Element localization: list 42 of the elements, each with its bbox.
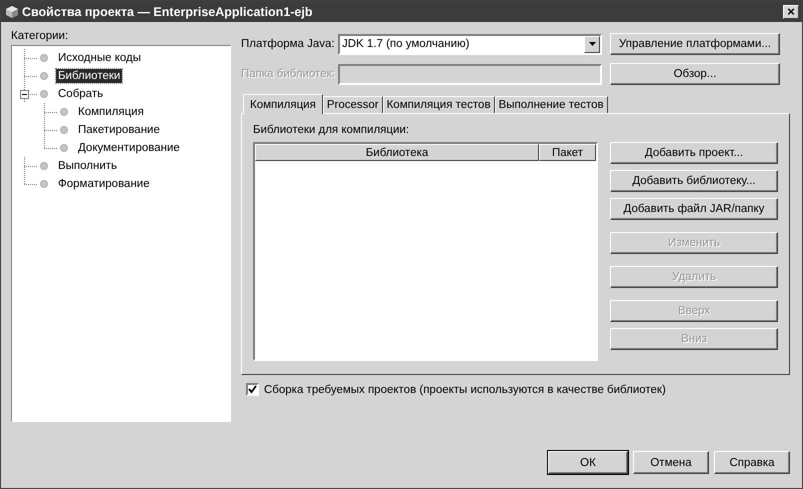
node-icon <box>60 126 68 134</box>
node-icon <box>60 108 68 116</box>
tab[interactable]: Компиляция <box>243 94 323 114</box>
tree-item[interactable]: Пакетирование <box>76 123 162 137</box>
caret-icon <box>588 42 596 46</box>
action-button[interactable]: Добавить проект... <box>610 142 778 164</box>
library-folder-field[interactable] <box>338 64 602 84</box>
node-icon <box>40 180 48 188</box>
tab[interactable]: Processor <box>322 96 383 113</box>
platform-dropdown[interactable]: JDK 1.7 (по умолчанию) <box>338 34 602 54</box>
tab[interactable]: Выполнение тестов <box>494 96 608 113</box>
tree-item[interactable]: Исходные коды <box>56 51 143 65</box>
manage-platforms-button[interactable]: Управление платформами... <box>610 33 780 55</box>
node-icon <box>40 162 48 170</box>
node-icon <box>40 90 48 98</box>
dialog-button[interactable]: Справка <box>714 451 790 474</box>
action-button[interactable]: Добавить библиотеку... <box>610 170 778 192</box>
tree-item[interactable]: Компиляция <box>76 105 146 119</box>
section-label: Библиотеки для компиляции: <box>253 124 410 136</box>
field-label: Платформа Java: <box>241 38 336 50</box>
tree-item[interactable]: Выполнить <box>56 159 120 173</box>
tab[interactable]: Компиляция тестов <box>382 96 495 113</box>
node-icon <box>60 144 68 152</box>
tree-item[interactable]: Библиотеки <box>56 69 122 83</box>
node-icon <box>40 72 48 80</box>
checkbox-label: Сборка требуемых проектов (проекты используются в качестве библиотек) <box>264 384 666 396</box>
tree-item[interactable]: Документирование <box>76 141 182 155</box>
categories-label: Категории: <box>11 30 70 42</box>
window-title: Свойства проекта — EnterpriseApplication1-ejb <box>22 4 314 18</box>
dialog-button[interactable]: ОК <box>548 451 628 474</box>
column-header[interactable]: Пакет <box>539 144 596 161</box>
collapse-icon[interactable] <box>20 90 29 99</box>
tree-item[interactable]: Собрать <box>56 87 106 101</box>
tree-item[interactable]: Форматирование <box>56 177 152 191</box>
action-button[interactable]: Добавить файл JAR/папку <box>610 198 778 220</box>
close-button[interactable]: × <box>783 4 799 18</box>
column-header[interactable]: Библиотека <box>255 144 539 161</box>
field-label: Папка библиотек: <box>241 68 336 80</box>
dialog-button[interactable]: Отмена <box>633 451 709 474</box>
checkbox[interactable] <box>246 383 259 396</box>
node-icon <box>40 54 48 62</box>
cube-icon <box>5 4 19 18</box>
